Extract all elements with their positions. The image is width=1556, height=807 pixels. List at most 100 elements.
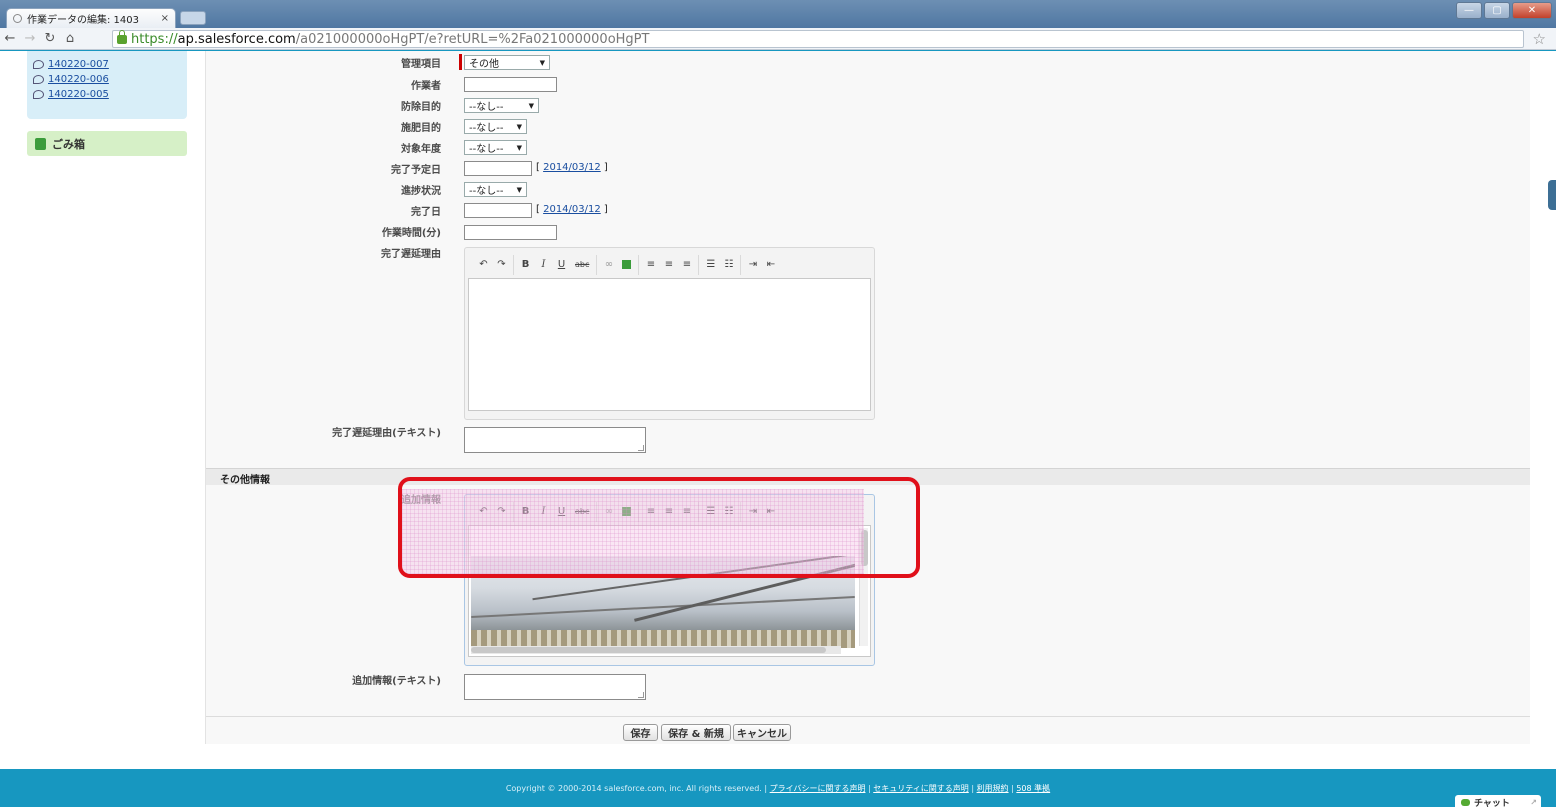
- minimize-icon[interactable]: —: [1456, 2, 1482, 19]
- indent-icon[interactable]: ⇥: [748, 259, 757, 270]
- copyright-text: Copyright © 2000-2014 salesforce.com, in…: [505, 784, 768, 793]
- home-icon[interactable]: ⌂: [60, 31, 80, 46]
- worker-input[interactable]: [464, 77, 557, 92]
- jikan-input[interactable]: [464, 225, 557, 240]
- url-scheme: https://: [131, 31, 178, 47]
- sehi-select[interactable]: --なし-- ▼: [464, 119, 527, 134]
- privacy-link[interactable]: プライバシーに関する声明: [770, 784, 866, 793]
- expand-icon[interactable]: ↗: [1530, 798, 1537, 807]
- url-host: ap.salesforce.com: [177, 31, 296, 47]
- tsuika-textarea[interactable]: [464, 674, 646, 700]
- cancel-button[interactable]: キャンセル: [733, 724, 791, 741]
- dropdown-arrow-icon: ▼: [516, 122, 522, 131]
- underline-button[interactable]: U: [557, 259, 566, 270]
- dropdown-arrow-icon: ▼: [516, 143, 522, 152]
- forward-arrow-icon[interactable]: →: [20, 31, 40, 46]
- rte-insert-group: ∞: [597, 254, 640, 275]
- url-path: /a021000000oHgPT/e?retURL=%2Fa021000000o…: [295, 31, 650, 47]
- window-controls: — ▢ ✕: [1456, 2, 1552, 19]
- rte-format-group: BIUabc: [514, 254, 598, 275]
- delay-textarea[interactable]: [464, 427, 646, 453]
- reload-icon[interactable]: ↻: [40, 31, 60, 46]
- recycle-bin-link[interactable]: ごみ箱: [27, 131, 187, 156]
- chat-widget[interactable]: チャット ↗: [1455, 795, 1541, 807]
- tab-title: 作業データの編集: 1403: [27, 15, 139, 26]
- bold-button[interactable]: B: [521, 259, 530, 270]
- recent-item-link[interactable]: 140220-007: [48, 59, 109, 70]
- delay-rich-text-editor: ↶ ↷ B I Uabc ∞ ≡ ≡ ≡ ☰ ☷ ⇥ ⇤: [464, 247, 875, 420]
- bullet-list-icon[interactable]: ☰: [706, 259, 715, 270]
- boujo-select[interactable]: --なし-- ▼: [464, 98, 539, 113]
- numbered-list-icon[interactable]: ☷: [724, 259, 733, 270]
- tsuika-text-label: 追加情報(テキスト): [352, 676, 441, 687]
- kanri-select[interactable]: その他 ▼: [464, 55, 550, 70]
- rte-history-group: ↶↷: [472, 254, 514, 275]
- delay-label: 完了遅延理由: [381, 249, 441, 260]
- align-left-icon[interactable]: ≡: [646, 259, 655, 270]
- close-window-icon[interactable]: ✕: [1512, 2, 1552, 19]
- button-row: 保存 保存 & 新規 キャンセル: [206, 716, 1530, 744]
- recent-item[interactable]: 140220-006: [33, 72, 181, 87]
- outdent-icon[interactable]: ⇤: [766, 259, 775, 270]
- undo-icon[interactable]: ↶: [479, 259, 488, 270]
- bookmark-star-icon[interactable]: ☆: [1533, 30, 1546, 48]
- new-tab-button[interactable]: [180, 11, 206, 25]
- back-arrow-icon[interactable]: ←: [0, 31, 20, 46]
- jikan-label: 作業時間(分): [381, 228, 441, 239]
- align-right-icon[interactable]: ≡: [682, 259, 691, 270]
- yotei-date-input[interactable]: [464, 161, 532, 176]
- boujo-label: 防除目的: [401, 102, 441, 113]
- shinchoku-label: 進捗状況: [401, 186, 441, 197]
- align-center-icon[interactable]: ≡: [664, 259, 673, 270]
- chat-icon: [1461, 798, 1470, 806]
- sehi-label: 施肥目的: [401, 123, 441, 134]
- record-icon: [33, 75, 44, 84]
- sehi-value: --なし--: [469, 123, 504, 134]
- kanryo-label: 完了日: [411, 207, 441, 218]
- security-link[interactable]: セキュリティに関する声明: [873, 784, 969, 793]
- kanryo-date-input[interactable]: [464, 203, 532, 218]
- link-icon[interactable]: ∞: [604, 259, 613, 270]
- footer: Copyright © 2000-2014 salesforce.com, in…: [0, 769, 1556, 807]
- recent-item-link[interactable]: 140220-006: [48, 74, 109, 85]
- annotation-highlight: [398, 477, 920, 578]
- browser-toolbar: ← → ↻ ⌂ https:// ap.salesforce.com /a021…: [0, 28, 1556, 50]
- window-titlebar: 作業データの編集: 1403 × — ▢ ✕: [0, 0, 1556, 28]
- recent-item[interactable]: 140220-007: [33, 57, 181, 72]
- kanryo-today-link[interactable]: 2014/03/12: [543, 204, 601, 215]
- save-button[interactable]: 保存: [623, 724, 658, 741]
- worker-label: 作業者: [411, 81, 441, 92]
- chat-label: チャット: [1474, 798, 1510, 807]
- delay-rte-body[interactable]: [468, 278, 871, 411]
- rte-toolbar: ↶↷ BIUabc ∞ ≡≡≡ ☰☷ ⇥⇤: [468, 251, 871, 278]
- strikethrough-button[interactable]: abc: [575, 260, 589, 269]
- redo-icon[interactable]: ↷: [497, 259, 506, 270]
- page-content: 140220-007 140220-006 140220-005 ごみ箱 管理項…: [0, 51, 1556, 769]
- rte-indent-group: ⇥⇤: [741, 255, 782, 275]
- shinchoku-value: --なし--: [469, 186, 504, 197]
- address-bar[interactable]: https:// ap.salesforce.com /a021000000oH…: [112, 29, 1524, 48]
- italic-button[interactable]: I: [539, 259, 548, 270]
- yotei-label: 完了予定日: [391, 165, 441, 176]
- required-indicator: [459, 54, 462, 70]
- recent-item-link[interactable]: 140220-005: [48, 89, 109, 100]
- image-icon[interactable]: [622, 260, 632, 269]
- rte-align-group: ≡ ≡ ≡: [639, 254, 700, 275]
- yotei-date-shortcut: [ 2014/03/12 ]: [536, 162, 608, 173]
- nendo-select[interactable]: --なし-- ▼: [464, 140, 527, 155]
- yotei-today-link[interactable]: 2014/03/12: [543, 162, 601, 173]
- dropdown-arrow-icon: ▼: [528, 101, 534, 110]
- shinchoku-select[interactable]: --なし-- ▼: [464, 182, 527, 197]
- sidebar: 140220-007 140220-006 140220-005 ごみ箱: [27, 51, 187, 156]
- side-panel-toggle[interactable]: [1548, 180, 1556, 210]
- maximize-icon[interactable]: ▢: [1484, 2, 1510, 19]
- terms-link[interactable]: 利用規約: [977, 784, 1009, 793]
- accessibility-link[interactable]: 508 準拠: [1016, 784, 1050, 793]
- close-tab-icon[interactable]: ×: [161, 13, 169, 24]
- record-icon: [33, 60, 44, 69]
- recent-item[interactable]: 140220-005: [33, 87, 181, 102]
- save-and-new-button[interactable]: 保存 & 新規: [661, 724, 731, 741]
- kanri-value: その他: [469, 59, 499, 70]
- browser-tab[interactable]: 作業データの編集: 1403 ×: [6, 8, 176, 28]
- horizontal-scrollbar[interactable]: [471, 646, 841, 654]
